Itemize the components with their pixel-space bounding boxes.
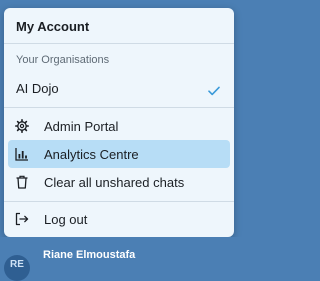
check-icon [208, 83, 220, 96]
menu-item-analytics-centre[interactable]: Analytics Centre [8, 140, 230, 168]
menu-title: My Account [16, 19, 90, 34]
organisation-label: AI Dojo [16, 81, 59, 96]
organisation-item[interactable]: AI Dojo [8, 74, 230, 102]
menu-item-label: Analytics Centre [44, 147, 139, 162]
divider [4, 201, 234, 202]
logout-item[interactable]: Log out [8, 205, 230, 233]
menu-item-label: Admin Portal [44, 119, 119, 134]
menu-item-clear-chats[interactable]: Clear all unshared chats [8, 168, 230, 196]
logout-label: Log out [44, 212, 88, 227]
section-label: Your Organisations [16, 54, 110, 66]
divider [4, 43, 234, 44]
trash-icon [15, 175, 29, 189]
user-footer[interactable]: RE Riane Elmoustafa [0, 237, 248, 281]
account-menu: My Account Your Organisations AI Dojo Ad… [4, 8, 234, 237]
menu-item-admin-portal[interactable]: Admin Portal [8, 112, 230, 140]
chart-icon [15, 147, 29, 161]
user-name: Riane Elmoustafa [43, 249, 136, 261]
avatar: RE [4, 255, 30, 281]
divider [4, 107, 234, 108]
gear-icon [15, 119, 29, 133]
logout-icon [15, 212, 29, 226]
menu-item-label: Clear all unshared chats [44, 175, 185, 190]
